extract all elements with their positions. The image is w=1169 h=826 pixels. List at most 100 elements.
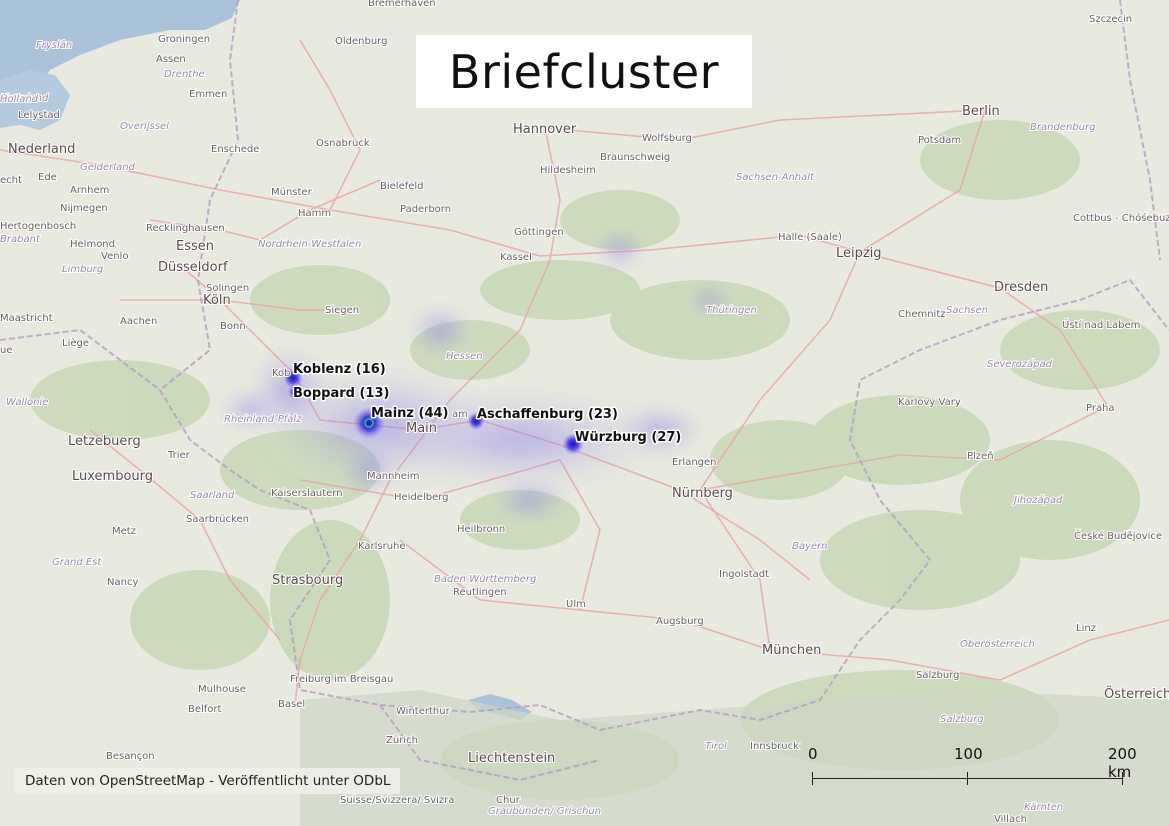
map-title-box: Briefcluster [416, 35, 752, 108]
place-label: Salzburg [940, 714, 984, 725]
place-label: Szczecin [1089, 14, 1132, 25]
place-label: Limburg [62, 264, 103, 275]
place-label: Erlangen [672, 457, 717, 468]
cluster-label-mainz[interactable]: Mainz (44) [370, 405, 451, 423]
place-label: Köln [203, 293, 231, 308]
place-label: Oberösterreich [960, 639, 1035, 650]
place-label: Hildesheim [540, 165, 596, 176]
place-label: Münster [271, 187, 313, 198]
place-label: Aachen [120, 316, 157, 327]
place-label: Potsdam [918, 135, 961, 146]
place-label: Severozápad [987, 358, 1053, 370]
place-label: Augsburg [656, 616, 704, 627]
place-label: Trier [167, 450, 191, 461]
place-label: Nancy [107, 577, 138, 588]
place-label: Berlin [962, 104, 1000, 119]
place-label: Strasbourg [272, 573, 343, 588]
place-label: Tirol [705, 741, 727, 752]
place-label: Emmen [189, 89, 227, 100]
place-label: Nederland [8, 142, 75, 157]
place-label: Thüringen [706, 305, 757, 316]
place-label: Fryslân [36, 39, 72, 51]
place-label: Nürnberg [672, 486, 733, 501]
place-label: Jihozápad [1012, 494, 1063, 506]
place-label: München [762, 643, 821, 658]
place-label: Brandenburg [1030, 122, 1095, 133]
map-canvas[interactable]: FryslânDrentheOverijsselGelderlandFlevol… [0, 0, 1169, 826]
place-label: Nordrhein-Westfalen [258, 239, 361, 250]
place-label: Göttingen [514, 227, 564, 238]
place-label: Mannheim [367, 471, 419, 482]
place-label: Graubünden/ Grischun [488, 806, 601, 817]
cluster-label-boppard[interactable]: Boppard (13) [292, 385, 391, 403]
place-label: Kaiserslautern [271, 488, 343, 499]
place-label: Heilbronn [457, 524, 505, 535]
place-label: Luxembourg [72, 469, 153, 484]
cluster-label-koblenz[interactable]: Koblenz (16) [292, 361, 388, 379]
scale-label-200: 200 km [1108, 745, 1137, 781]
place-label: Karlovy Vary [898, 397, 961, 408]
place-label: Kassel [500, 252, 532, 263]
place-label: Zürich [386, 735, 418, 746]
place-label: Liège [62, 337, 89, 349]
place-label: Linz [1076, 623, 1096, 634]
place-label: Plzeň [967, 450, 994, 462]
place-label: Salzburg [916, 670, 959, 681]
place-label: Ede [38, 172, 57, 183]
place-label: Groningen [158, 34, 210, 45]
place-label: Hannover [513, 122, 577, 137]
place-label: Wolfsburg [642, 133, 692, 144]
place-label: echt [0, 175, 22, 186]
scale-tick-200 [1122, 772, 1123, 785]
place-label: Osnabrück [316, 138, 370, 149]
place-label: Maastricht [0, 313, 53, 324]
place-label: Assen [156, 54, 186, 65]
scale-bar: 0 100 200 km [800, 742, 1160, 792]
place-label: Rheinland-Pfalz [224, 414, 302, 425]
place-label: Hamm [298, 208, 331, 219]
place-label: Kärnten [1024, 802, 1063, 813]
place-label: Saarland [190, 490, 235, 501]
place-label: Enschede [211, 144, 259, 155]
place-label: Baden-Württemberg [434, 574, 536, 585]
place-label: Holland [0, 94, 39, 105]
place-label: Leipzig [836, 246, 882, 261]
place-label: Bielefeld [380, 181, 424, 192]
place-label: Ulm [566, 599, 586, 610]
place-label: Besançon [106, 751, 155, 762]
place-label: Villach [994, 814, 1027, 825]
map-title: Briefcluster [448, 44, 720, 99]
place-label: ue [0, 345, 13, 356]
place-label: Venlo [101, 251, 128, 262]
place-label: Sachsen-Anhalt [736, 172, 815, 183]
place-label: Letzebuerg [68, 434, 141, 449]
place-label: Helmond [70, 239, 115, 250]
place-label: Suisse/Svizzera/ Svizra [340, 795, 454, 806]
place-label: Praha [1086, 403, 1115, 414]
place-label: Essen [176, 239, 214, 254]
place-label: Ústí nad Labem [1062, 318, 1140, 331]
place-label: Halle (Saale) [778, 232, 842, 243]
place-label: Ingolstadt [719, 569, 769, 580]
place-label: Braunschweig [600, 152, 670, 163]
place-label: České Budějovice [1074, 529, 1162, 542]
attribution: Daten von OpenStreetMap - Veröffentlicht… [15, 768, 401, 794]
place-label: Grand Est [52, 557, 102, 568]
place-label: Arnhem [70, 185, 109, 196]
place-label: Gelderland [80, 162, 136, 173]
place-label: Cottbus - Chóśebuz [1073, 212, 1169, 224]
place-label: Basel [278, 699, 305, 710]
place-label: Bayern [792, 541, 828, 552]
attribution-text: Daten von OpenStreetMap - Veröffentlicht… [25, 773, 391, 789]
place-label: Dresden [994, 280, 1048, 295]
place-label: Nijmegen [60, 203, 108, 214]
place-label: Bonn [220, 321, 246, 332]
place-label: Innsbruck [750, 741, 799, 752]
place-label: Belfort [188, 704, 222, 715]
scale-label-0: 0 [808, 745, 818, 763]
place-label: Kob [272, 368, 291, 379]
place-label: Recklinghausen [146, 223, 225, 234]
cluster-label-aschaffenburg[interactable]: Aschaffenburg (23) [476, 406, 620, 424]
place-label: Bremerhaven [368, 0, 436, 9]
cluster-label-wuerzburg[interactable]: Würzburg (27) [574, 429, 683, 447]
